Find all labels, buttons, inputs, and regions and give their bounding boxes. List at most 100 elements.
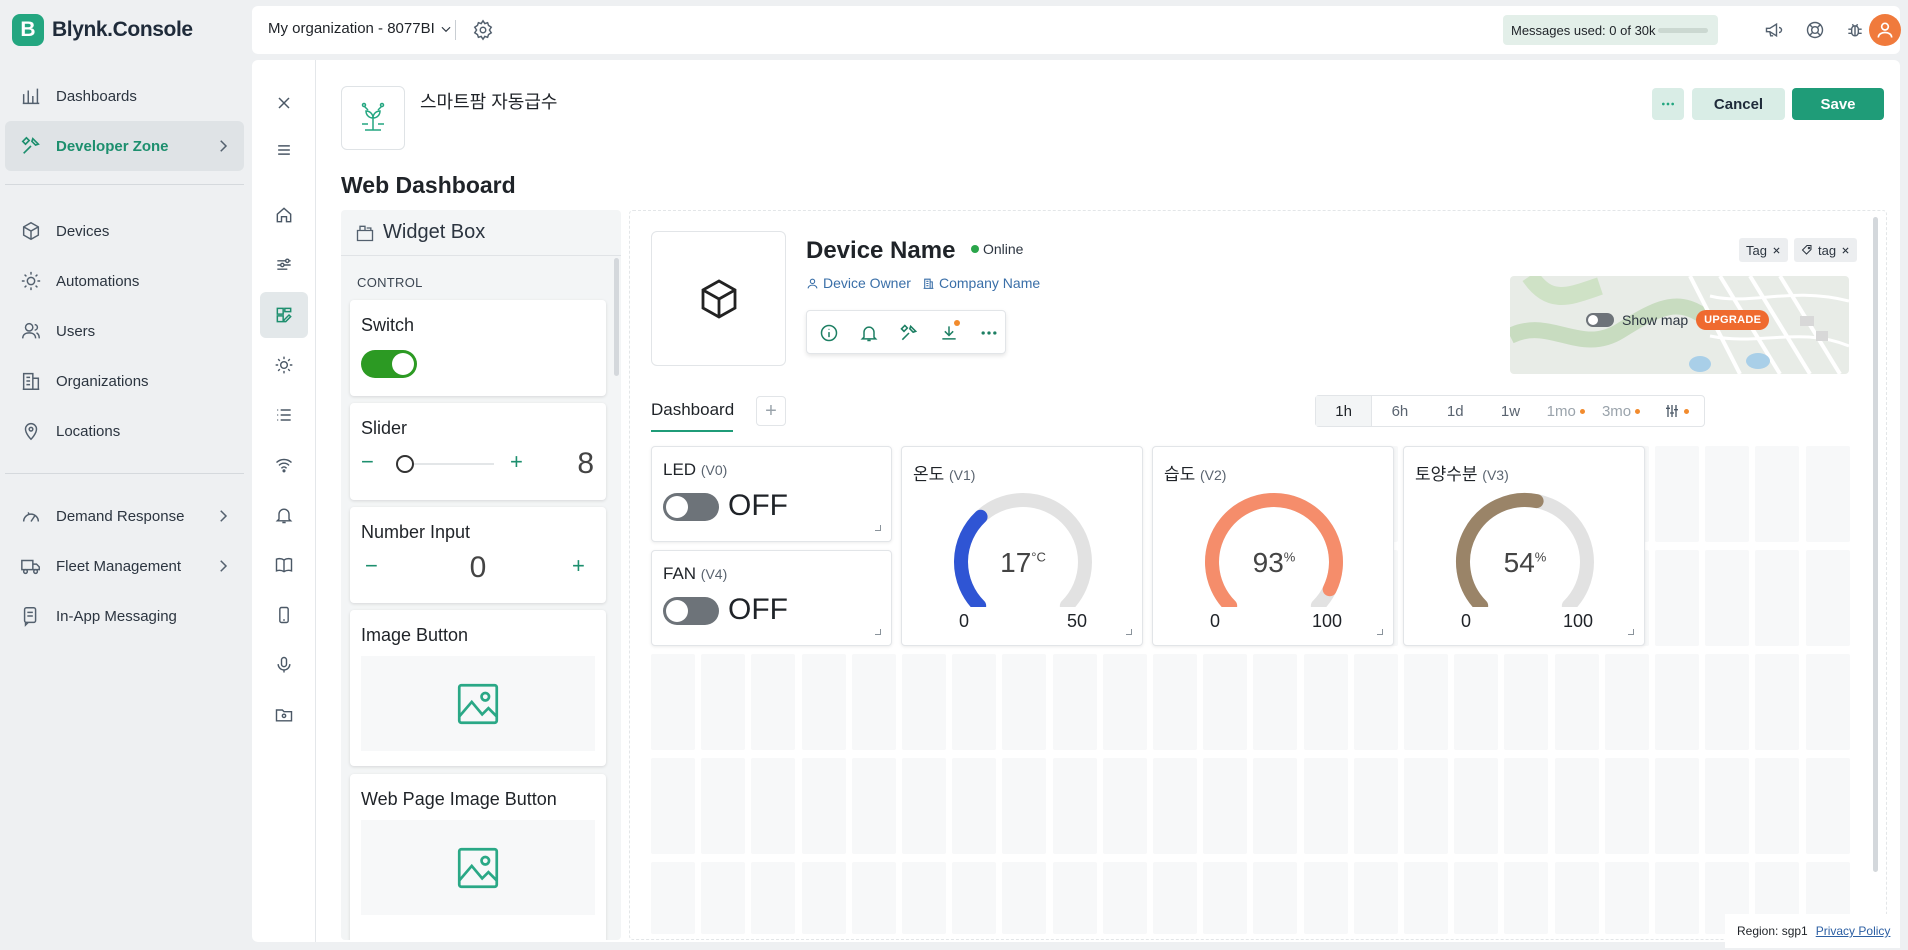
grid-cell	[751, 862, 796, 934]
grid-cell	[651, 654, 695, 750]
menu-button[interactable]	[260, 127, 308, 173]
sidebar-item-organizations[interactable]: Organizations	[5, 356, 244, 406]
fan-toggle[interactable]	[663, 597, 719, 625]
widget-web-page-image-button[interactable]: Web Page Image Button	[350, 774, 606, 940]
save-button[interactable]: Save	[1792, 88, 1884, 120]
template-name[interactable]: 스마트팜 자동급수	[420, 88, 557, 114]
gauge-number: 93	[1252, 547, 1284, 578]
sidebar-item-locations[interactable]: Locations	[5, 406, 244, 456]
time-range-1w[interactable]: 1w	[1483, 396, 1538, 426]
sidebar-item-developer-zone[interactable]: Developer Zone	[5, 121, 244, 171]
resize-handle[interactable]	[1377, 629, 1383, 635]
time-range-1mo[interactable]: 1mo	[1538, 396, 1593, 426]
widget-gauge-humidity[interactable]: 습도 (V2) 93% 0 100	[1152, 446, 1394, 646]
gear-icon[interactable]	[472, 19, 494, 41]
divider	[5, 184, 244, 185]
tab-dashboard[interactable]: Dashboard	[651, 400, 734, 420]
bug-icon[interactable]	[1845, 20, 1865, 40]
bell-icon[interactable]	[859, 323, 879, 343]
wifi-icon	[276, 458, 292, 473]
rail-automations[interactable]	[260, 342, 308, 388]
show-map-toggle[interactable]	[1586, 313, 1614, 327]
widget-box-scrollbar[interactable]	[614, 258, 619, 376]
messages-usage[interactable]: Messages used: 0 of 30k	[1503, 15, 1718, 45]
add-tab-button[interactable]: +	[756, 396, 786, 426]
tag-label: Tag	[1746, 242, 1767, 258]
rail-home[interactable]	[260, 192, 308, 238]
resize-handle[interactable]	[1628, 629, 1634, 635]
pin-icon	[24, 423, 38, 441]
sidebar-item-dashboards[interactable]: Dashboards	[5, 71, 244, 121]
widget-fan-switch[interactable]: FAN (V4) OFF	[651, 550, 892, 646]
rail-events[interactable]	[260, 492, 308, 538]
tag-chip[interactable]: Tag	[1739, 238, 1788, 262]
privacy-policy-link[interactable]: Privacy Policy	[1816, 924, 1891, 938]
grid-cell	[1002, 654, 1047, 750]
device-image[interactable]	[651, 231, 786, 366]
close-icon[interactable]	[1841, 246, 1850, 255]
more-icon[interactable]	[979, 323, 999, 343]
template-image[interactable]	[341, 86, 405, 150]
rail-docs[interactable]	[260, 542, 308, 588]
sidebar-item-automations[interactable]: Automations	[5, 256, 244, 306]
upgrade-badge[interactable]: UPGRADE	[1696, 310, 1770, 330]
tools-icon[interactable]	[899, 323, 919, 343]
rail-datastreams[interactable]	[260, 242, 308, 288]
widget-image-button[interactable]: Image Button	[350, 610, 606, 766]
resize-handle[interactable]	[875, 525, 881, 531]
widget-led-switch[interactable]: LED (V0) OFF	[651, 446, 892, 542]
grid-cell	[1705, 550, 1750, 646]
rail-web-dashboard[interactable]	[260, 292, 308, 338]
sidebar-item-demand-response[interactable]: Demand Response	[5, 491, 244, 541]
custom-range-button[interactable]	[1649, 396, 1704, 426]
rail-metadata[interactable]	[260, 392, 308, 438]
time-range-6h[interactable]: 6h	[1372, 396, 1427, 426]
megaphone-icon[interactable]	[1764, 20, 1784, 40]
truck-icon	[21, 559, 40, 575]
sidebar-item-in-app-messaging[interactable]: In-App Messaging	[5, 591, 244, 641]
resize-handle[interactable]	[875, 629, 881, 635]
map-preview[interactable]: Show map UPGRADE	[1510, 276, 1849, 374]
rail-mobile-dashboard[interactable]	[260, 592, 308, 638]
close-button[interactable]	[260, 80, 308, 126]
company-name-link[interactable]: Company Name	[922, 275, 1040, 291]
more-options-button[interactable]	[1652, 88, 1684, 120]
tag-chip[interactable]: tag	[1794, 238, 1858, 262]
cancel-button[interactable]: Cancel	[1692, 88, 1785, 120]
time-range-3mo[interactable]: 3mo	[1593, 396, 1648, 426]
grid-cell	[952, 862, 997, 934]
avatar[interactable]	[1869, 14, 1901, 46]
widget-gauge-temperature[interactable]: 온도 (V1) 17°C 0 50	[901, 446, 1143, 646]
gauge-unit: %	[1534, 549, 1547, 565]
canvas-scrollbar[interactable]	[1873, 217, 1878, 872]
template-section-rail	[252, 60, 316, 942]
widget-gauge-soil-moisture[interactable]: 토양수분 (V3) 54% 0 100	[1403, 446, 1645, 646]
grid-cell	[1153, 862, 1197, 934]
gauge-min: 0	[1210, 611, 1221, 631]
rail-connection[interactable]	[260, 442, 308, 488]
rail-assistant[interactable]	[260, 642, 308, 688]
download-icon[interactable]	[939, 323, 959, 343]
sidebar-item-users[interactable]: Users	[5, 306, 244, 356]
sidebar-item-devices[interactable]: Devices	[5, 206, 244, 256]
widget-number-input[interactable]: Number Input − 0 +	[350, 507, 606, 603]
help-icon[interactable]	[1805, 20, 1825, 40]
grid-cell	[1454, 758, 1499, 854]
widget-pin: (V3)	[1482, 467, 1509, 483]
rail-assets[interactable]	[260, 692, 308, 738]
brand[interactable]: B Blynk.Console	[12, 14, 193, 46]
led-toggle[interactable]	[663, 493, 719, 521]
book-icon	[275, 557, 293, 573]
device-owner-link[interactable]: Device Owner	[806, 275, 911, 291]
sidebar-item-fleet-management[interactable]: Fleet Management	[5, 541, 244, 591]
widget-switch[interactable]: Switch	[350, 300, 606, 396]
phone-icon	[279, 606, 289, 624]
close-icon[interactable]	[1772, 246, 1781, 255]
time-range-1d[interactable]: 1d	[1428, 396, 1483, 426]
widget-slider[interactable]: Slider − + 8	[350, 403, 606, 500]
organization-selector[interactable]: My organization - 8077BI	[268, 20, 453, 37]
info-icon[interactable]	[819, 323, 839, 343]
resize-handle[interactable]	[1126, 629, 1132, 635]
time-range-1h[interactable]: 1h	[1316, 396, 1373, 426]
grid-cell	[952, 654, 997, 750]
